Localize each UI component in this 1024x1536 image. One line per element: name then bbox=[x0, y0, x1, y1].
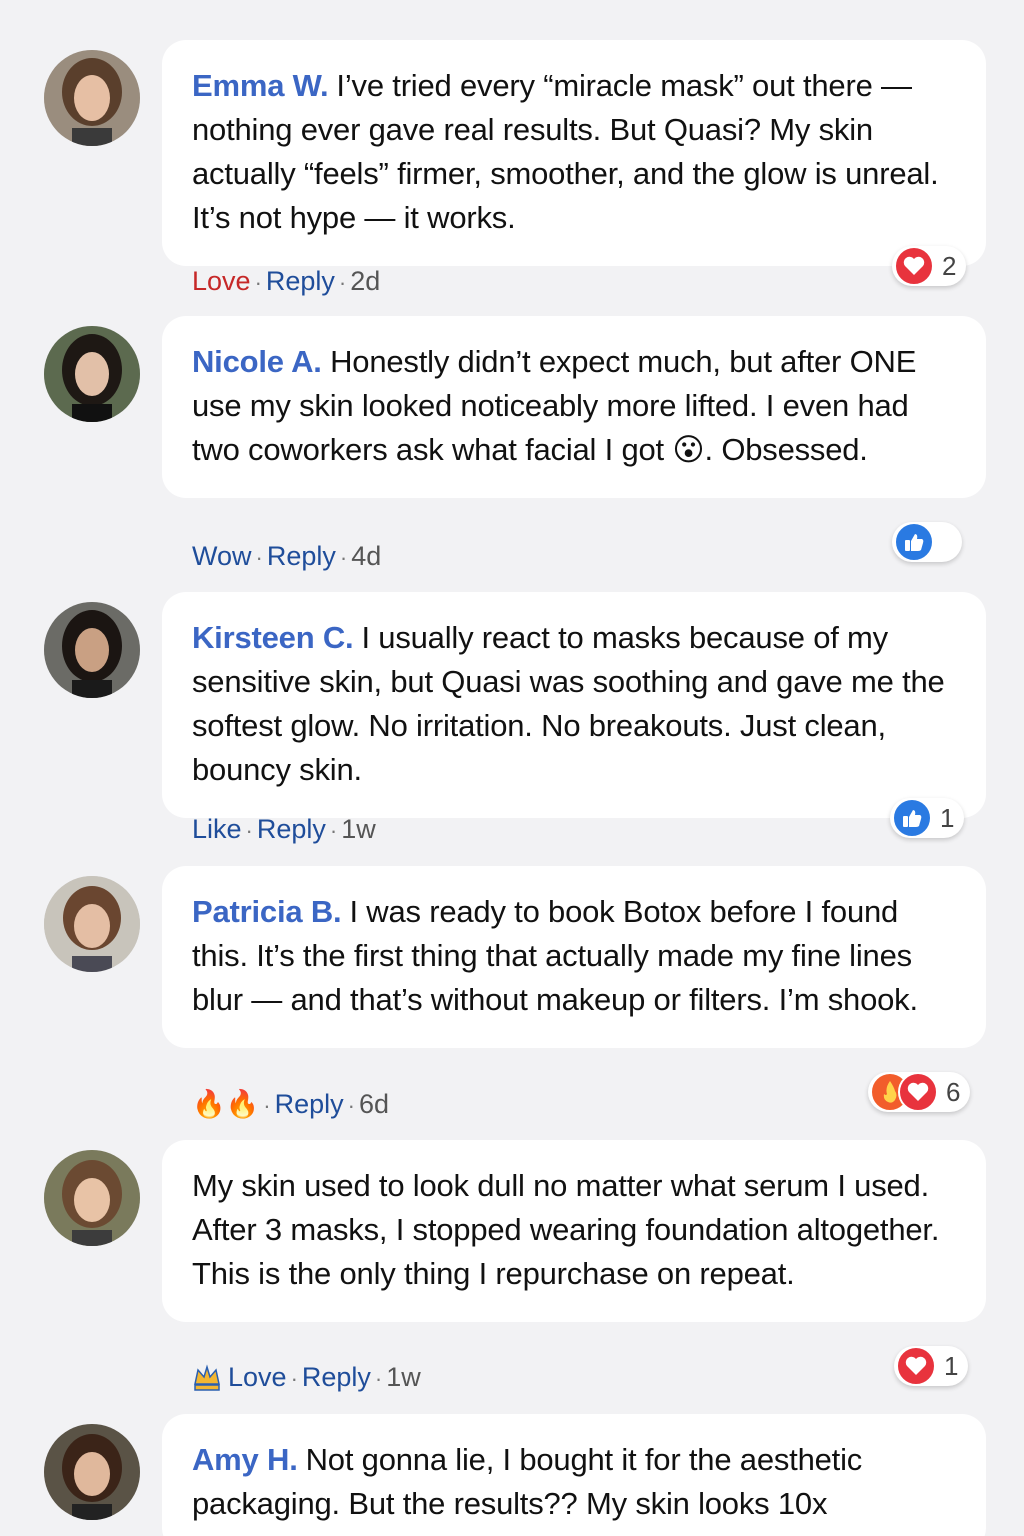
separator-dot: · bbox=[347, 1093, 355, 1118]
reply-link[interactable]: Reply bbox=[266, 266, 335, 296]
react-link[interactable]: Like bbox=[192, 814, 242, 844]
avatar[interactable] bbox=[44, 1150, 140, 1246]
reply-link[interactable]: Reply bbox=[267, 541, 336, 571]
crown-icon bbox=[192, 1364, 222, 1399]
separator-dot: · bbox=[290, 1366, 298, 1391]
heart-icon bbox=[894, 246, 934, 286]
comment-author[interactable]: Patricia B. bbox=[192, 894, 342, 929]
avatar[interactable] bbox=[44, 326, 140, 422]
comment-bubble: Amy H. Not gonna lie, I bought it for the… bbox=[162, 1414, 986, 1536]
reaction-summary[interactable]: 2 bbox=[892, 246, 967, 286]
reply-link[interactable]: Reply bbox=[257, 814, 326, 844]
avatar[interactable] bbox=[44, 602, 140, 698]
comment-timestamp[interactable]: 4d bbox=[351, 541, 381, 571]
reaction-count: 6 bbox=[946, 1076, 961, 1107]
comment-feed: Emma W. I’ve tried every “miracle mask” o… bbox=[0, 0, 1024, 1536]
separator-dot: · bbox=[263, 1093, 271, 1118]
separator-dot: · bbox=[255, 545, 263, 570]
comment-bubble: Emma W. I’ve tried every “miracle mask” o… bbox=[162, 40, 986, 266]
comment-actions: Like · Reply · 1w bbox=[192, 814, 376, 845]
avatar[interactable] bbox=[44, 1424, 140, 1520]
separator-dot: · bbox=[339, 545, 348, 570]
thumbs-up-icon bbox=[894, 522, 934, 562]
reaction-count: 1 bbox=[944, 1350, 959, 1381]
reaction-summary[interactable]: 1 bbox=[890, 798, 965, 838]
comment-bubble: Patricia B. I was ready to book Botox bef… bbox=[162, 866, 986, 1048]
comment-timestamp[interactable]: 2d bbox=[350, 266, 380, 296]
separator-dot: · bbox=[374, 1366, 383, 1391]
comment-actions: Love · Reply · 1w bbox=[192, 1362, 421, 1399]
avatar[interactable] bbox=[44, 50, 140, 146]
reaction-summary[interactable]: 1 bbox=[894, 1346, 969, 1386]
comment-actions: 🔥🔥 · Reply · 6d bbox=[192, 1088, 389, 1120]
comment-author[interactable]: Kirsteen C. bbox=[192, 620, 354, 655]
comment-author[interactable]: Nicole A. bbox=[192, 344, 322, 379]
comment-timestamp[interactable]: 1w bbox=[341, 814, 376, 844]
reply-link[interactable]: Reply bbox=[275, 1089, 344, 1119]
thumbs-up-icon bbox=[892, 798, 932, 838]
comment-text: My skin used to look dull no matter what… bbox=[192, 1168, 940, 1291]
comment-bubble: Kirsteen C. I usually react to masks beca… bbox=[162, 592, 986, 818]
heart-icon bbox=[898, 1072, 938, 1112]
comment-timestamp[interactable]: 1w bbox=[386, 1362, 421, 1392]
reaction-summary[interactable] bbox=[892, 522, 962, 562]
fire-reaction-link[interactable]: 🔥🔥 bbox=[192, 1089, 259, 1120]
reaction-count: 1 bbox=[940, 802, 955, 833]
reply-link[interactable]: Reply bbox=[302, 1362, 371, 1392]
separator-dot: · bbox=[245, 818, 253, 843]
react-link[interactable]: Love bbox=[192, 266, 251, 296]
comment-author[interactable]: Amy H. bbox=[192, 1442, 298, 1477]
react-link[interactable]: Wow bbox=[192, 541, 252, 571]
comment-bubble: My skin used to look dull no matter what… bbox=[162, 1140, 986, 1322]
comment-actions: Wow · Reply · 4d bbox=[192, 541, 381, 572]
heart-icon bbox=[896, 1346, 936, 1386]
reaction-summary[interactable]: 6 bbox=[868, 1072, 971, 1112]
comment-timestamp[interactable]: 6d bbox=[359, 1089, 389, 1119]
avatar[interactable] bbox=[44, 876, 140, 972]
separator-dot: · bbox=[329, 818, 338, 843]
comment-author[interactable]: Emma W. bbox=[192, 68, 329, 103]
separator-dot: · bbox=[254, 270, 262, 295]
reaction-count: 2 bbox=[942, 250, 957, 281]
separator-dot: · bbox=[338, 270, 347, 295]
comment-actions: Love · Reply · 2d bbox=[192, 266, 380, 297]
react-link[interactable]: Love bbox=[228, 1362, 287, 1392]
comment-bubble: Nicole A. Honestly didn’t expect much, b… bbox=[162, 316, 986, 498]
